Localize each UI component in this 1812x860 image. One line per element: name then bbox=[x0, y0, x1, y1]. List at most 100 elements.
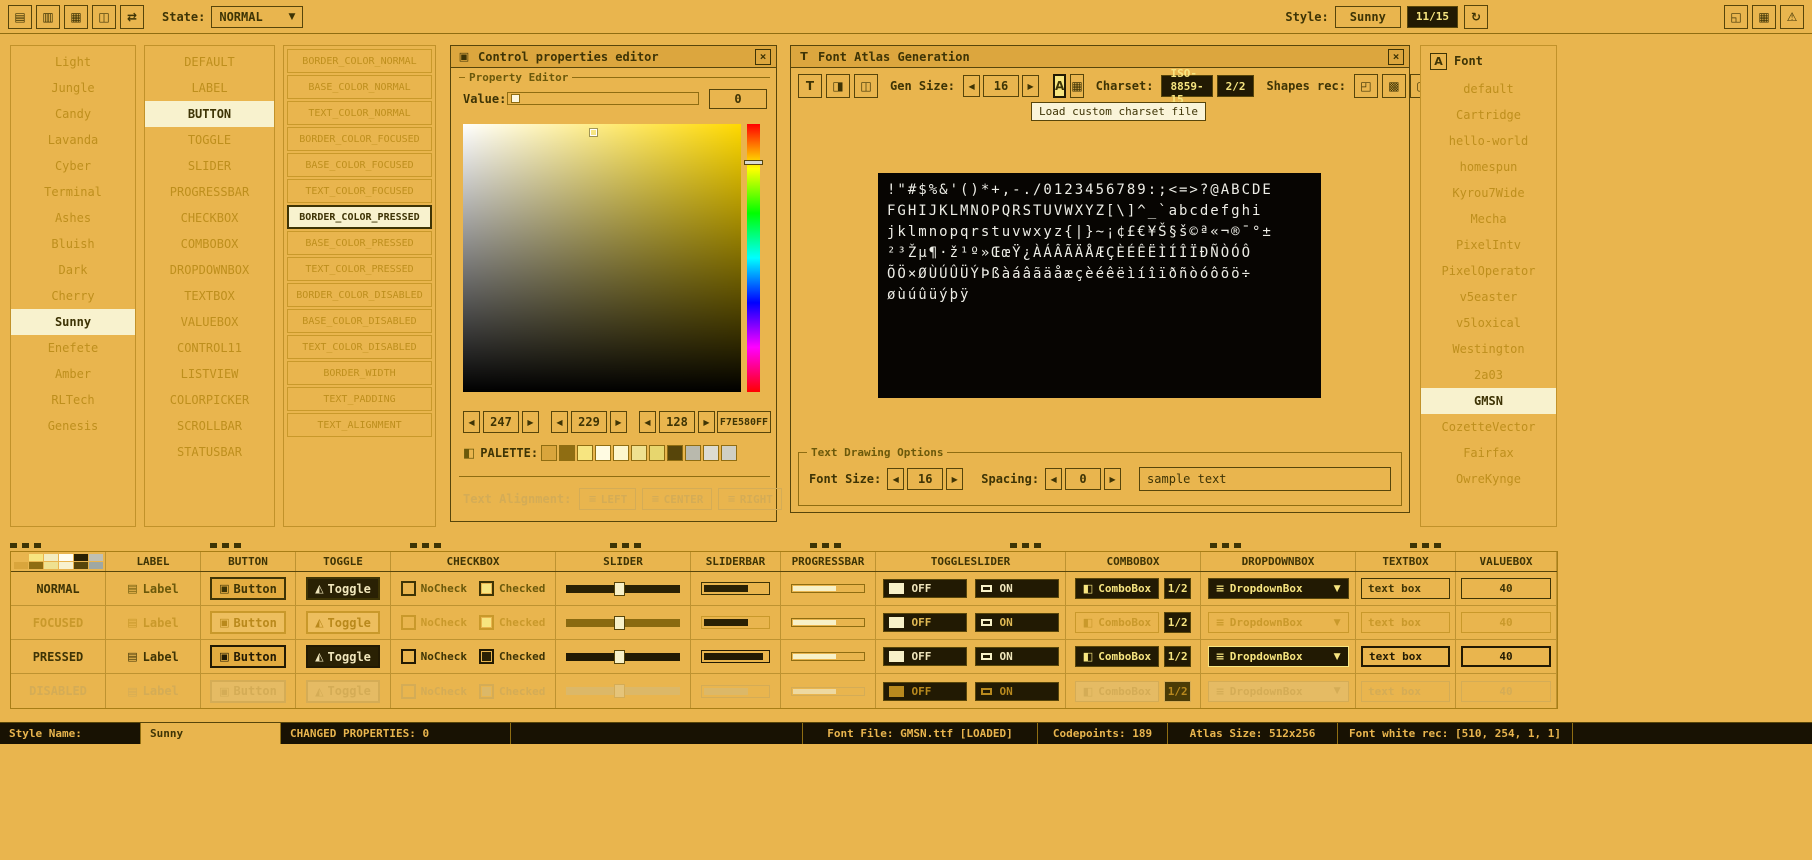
decrease-icon[interactable]: ◀ bbox=[551, 411, 568, 433]
toggle-slider-on[interactable]: ON bbox=[975, 682, 1059, 701]
palette-swatch-9[interactable] bbox=[703, 445, 719, 461]
list-item-homespun[interactable]: homespun bbox=[1421, 154, 1556, 180]
palette-swatch-4[interactable] bbox=[613, 445, 629, 461]
list-item-enefete[interactable]: Enefete bbox=[11, 335, 135, 361]
palette-swatch-8[interactable] bbox=[685, 445, 701, 461]
list-item-hello-world[interactable]: hello-world bbox=[1421, 128, 1556, 154]
increase-icon[interactable]: ▶ bbox=[698, 411, 715, 433]
close-icon[interactable]: × bbox=[1388, 49, 1404, 65]
palette-swatch-7[interactable] bbox=[667, 445, 683, 461]
list-item-scrollbar[interactable]: SCROLLBAR bbox=[145, 413, 274, 439]
palette-swatch-10[interactable] bbox=[721, 445, 737, 461]
new-style-icon[interactable]: ▤ bbox=[8, 5, 32, 29]
list-item-owrekynge[interactable]: OwreKynge bbox=[1421, 466, 1556, 492]
list-item-checkbox[interactable]: CHECKBOX bbox=[145, 205, 274, 231]
list-item-valuebox[interactable]: VALUEBOX bbox=[145, 309, 274, 335]
decrease-icon[interactable]: ◀ bbox=[963, 75, 980, 97]
close-icon[interactable]: × bbox=[755, 49, 771, 65]
list-item-cartridge[interactable]: Cartridge bbox=[1421, 102, 1556, 128]
palette-swatch-2[interactable] bbox=[577, 445, 593, 461]
editor-titlebar[interactable]: ▣ Control properties editor × bbox=[451, 46, 776, 68]
default-charset-button[interactable]: A bbox=[1053, 74, 1066, 98]
list-item-colorpicker[interactable]: COLORPICKER bbox=[145, 387, 274, 413]
list-item-progressbar[interactable]: PROGRESSBAR bbox=[145, 179, 274, 205]
list-item-mecha[interactable]: Mecha bbox=[1421, 206, 1556, 232]
slider-handle[interactable] bbox=[614, 616, 625, 630]
list-item-text-color-pressed[interactable]: TEXT_COLOR_PRESSED bbox=[287, 257, 432, 281]
list-item-toggle[interactable]: TOGGLE bbox=[145, 127, 274, 153]
random-style-icon[interactable]: ⇄ bbox=[120, 5, 144, 29]
preview-button[interactable]: ▣Button bbox=[210, 680, 286, 703]
preview-textbox[interactable]: text box bbox=[1361, 578, 1450, 599]
toggle-slider-on[interactable]: ON bbox=[975, 613, 1059, 632]
list-item-pixeloperator[interactable]: PixelOperator bbox=[1421, 258, 1556, 284]
list-item-text-padding[interactable]: TEXT_PADDING bbox=[287, 387, 432, 411]
preview-combobox[interactable]: ◧ComboBox bbox=[1075, 612, 1159, 633]
preview-toggle[interactable]: ◭Toggle bbox=[306, 645, 380, 668]
list-item-listview[interactable]: LISTVIEW bbox=[145, 361, 274, 387]
preview-dropdownbox[interactable]: ≡DropdownBox▼ bbox=[1208, 612, 1349, 633]
list-item-control11[interactable]: CONTROL11 bbox=[145, 335, 274, 361]
decrease-icon[interactable]: ◀ bbox=[639, 411, 656, 433]
palette-swatch-6[interactable] bbox=[649, 445, 665, 461]
list-item-cozettevector[interactable]: CozetteVector bbox=[1421, 414, 1556, 440]
list-item-border-color-normal[interactable]: BORDER_COLOR_NORMAL bbox=[287, 49, 432, 73]
list-item-label[interactable]: LABEL bbox=[145, 75, 274, 101]
preview-combobox[interactable]: ◧ComboBox bbox=[1075, 578, 1159, 599]
style-name-button[interactable]: Sunny bbox=[1335, 6, 1401, 28]
list-item-base-color-normal[interactable]: BASE_COLOR_NORMAL bbox=[287, 75, 432, 99]
green-value[interactable]: 229 bbox=[571, 411, 607, 433]
list-item-genesis[interactable]: Genesis bbox=[11, 413, 135, 439]
list-item-candy[interactable]: Candy bbox=[11, 101, 135, 127]
palette-swatch-3[interactable] bbox=[595, 445, 611, 461]
align-center-button[interactable]: ≡CENTER bbox=[642, 488, 712, 510]
preview-sliderbar[interactable] bbox=[701, 650, 770, 663]
font-size-value[interactable]: 16 bbox=[907, 468, 943, 490]
list-item-jungle[interactable]: Jungle bbox=[11, 75, 135, 101]
slider-handle[interactable] bbox=[614, 684, 625, 698]
checkbox-unchecked[interactable] bbox=[401, 581, 416, 596]
toggle-slider-off[interactable]: OFF bbox=[883, 579, 967, 598]
checkbox-checked[interactable] bbox=[479, 581, 494, 596]
list-item-border-color-disabled[interactable]: BORDER_COLOR_DISABLED bbox=[287, 283, 432, 307]
checkbox-unchecked[interactable] bbox=[401, 649, 416, 664]
slider-handle[interactable] bbox=[614, 582, 625, 596]
shapes-rec-2-icon[interactable]: ▩ bbox=[1382, 74, 1406, 98]
preview-button[interactable]: ▣Button bbox=[210, 645, 286, 668]
increase-icon[interactable]: ▶ bbox=[610, 411, 627, 433]
combobox-count[interactable]: 1/2 bbox=[1164, 612, 1191, 633]
list-item-bluish[interactable]: Bluish bbox=[11, 231, 135, 257]
list-item-terminal[interactable]: Terminal bbox=[11, 179, 135, 205]
preview-slider[interactable] bbox=[566, 684, 680, 698]
table-image-icon[interactable]: ▦ bbox=[1752, 5, 1776, 29]
toggle-slider-off[interactable]: OFF bbox=[883, 682, 967, 701]
checkbox-checked[interactable] bbox=[479, 649, 494, 664]
list-item-v5easter[interactable]: v5easter bbox=[1421, 284, 1556, 310]
list-item-default[interactable]: DEFAULT bbox=[145, 49, 274, 75]
list-item-base-color-pressed[interactable]: BASE_COLOR_PRESSED bbox=[287, 231, 432, 255]
list-item-base-color-disabled[interactable]: BASE_COLOR_DISABLED bbox=[287, 309, 432, 333]
list-item-slider[interactable]: SLIDER bbox=[145, 153, 274, 179]
value-slider-handle[interactable] bbox=[511, 94, 520, 103]
toggle-slider-on[interactable]: ON bbox=[975, 579, 1059, 598]
list-item-amber[interactable]: Amber bbox=[11, 361, 135, 387]
preview-sliderbar[interactable] bbox=[701, 616, 770, 629]
toggle-slider-off[interactable]: OFF bbox=[883, 647, 967, 666]
shapes-rec-1-icon[interactable]: ◰ bbox=[1354, 74, 1378, 98]
state-dropdown[interactable]: NORMAL ▼ bbox=[211, 6, 303, 28]
preview-valuebox[interactable]: 40 bbox=[1461, 612, 1551, 633]
list-item-text-color-disabled[interactable]: TEXT_COLOR_DISABLED bbox=[287, 335, 432, 359]
preview-valuebox[interactable]: 40 bbox=[1461, 681, 1551, 702]
toggle-slider-on[interactable]: ON bbox=[975, 647, 1059, 666]
preview-combobox[interactable]: ◧ComboBox bbox=[1075, 681, 1159, 702]
decrease-icon[interactable]: ◀ bbox=[887, 468, 904, 490]
report-issue-icon[interactable]: ⚠ bbox=[1780, 5, 1804, 29]
combobox-count[interactable]: 1/2 bbox=[1164, 681, 1191, 702]
preview-dropdownbox[interactable]: ≡DropdownBox▼ bbox=[1208, 646, 1349, 667]
preview-textbox[interactable]: text box bbox=[1361, 646, 1450, 667]
list-item-combobox[interactable]: COMBOBOX bbox=[145, 231, 274, 257]
decrease-icon[interactable]: ◀ bbox=[463, 411, 480, 433]
align-left-button[interactable]: ≡LEFT bbox=[579, 488, 636, 510]
list-item-border-color-focused[interactable]: BORDER_COLOR_FOCUSED bbox=[287, 127, 432, 151]
list-item-gmsn[interactable]: GMSN bbox=[1421, 388, 1556, 414]
